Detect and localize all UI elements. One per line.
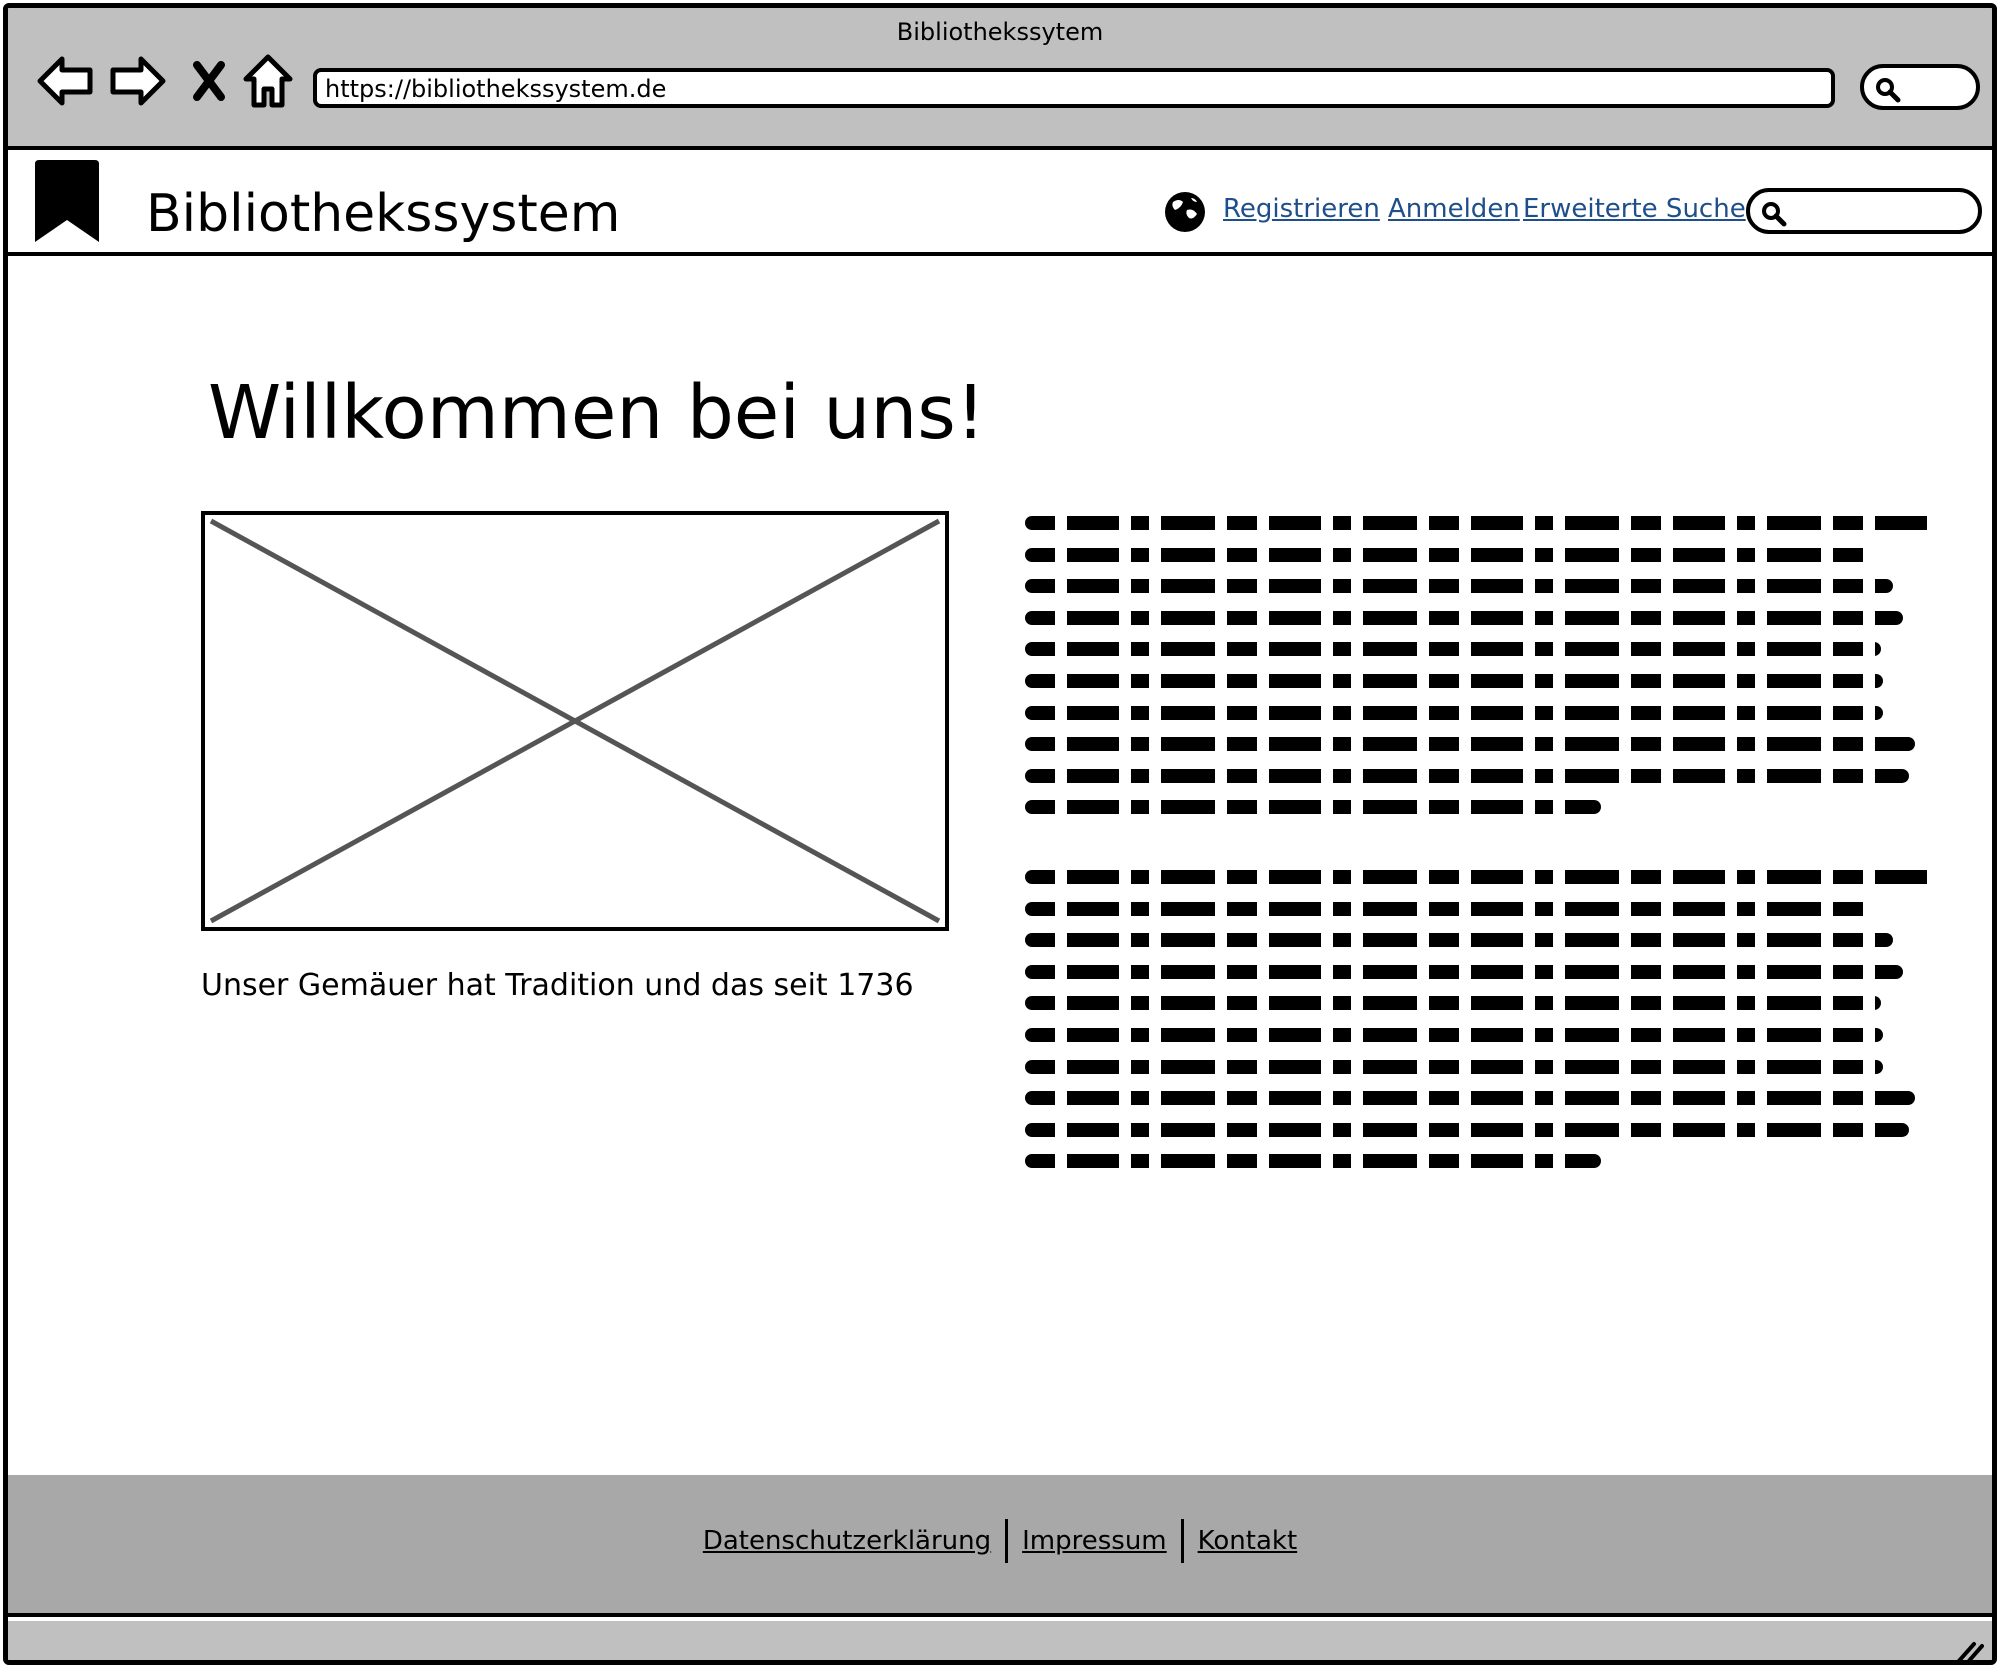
back-button[interactable]: [35, 50, 95, 112]
image-caption: Unser Gemäuer hat Tradition und das seit…: [201, 968, 914, 1003]
text-line: [1025, 642, 1881, 657]
browser-chrome: Bibliothekssytem https://bibliothekssyst…: [8, 8, 1992, 150]
site-header: Bibliothekssystem Registrieren Anmelden …: [8, 150, 1992, 256]
text-line: [1025, 964, 1903, 979]
text-line: [1025, 610, 1903, 625]
text-line: [1025, 705, 1883, 720]
image-placeholder-cross: [209, 518, 941, 924]
forward-arrow-icon: [110, 56, 166, 106]
text-line: [1025, 870, 1937, 884]
bookmark-icon[interactable]: [33, 160, 101, 244]
placeholder-text-block: [1025, 516, 1945, 832]
resize-grip-icon[interactable]: [1952, 1636, 1986, 1665]
home-icon: [243, 54, 293, 108]
nav-erweiterte-suche[interactable]: Erweiterte Suche: [1523, 194, 1746, 224]
placeholder-text-block: [1025, 870, 1945, 1186]
text-line: [1025, 901, 1875, 916]
footer-link-impressum[interactable]: Impressum: [1008, 1526, 1181, 1556]
text-line: [1025, 1091, 1915, 1106]
browser-window: Bibliothekssytem https://bibliothekssyst…: [3, 3, 1997, 1665]
footer-link-kontakt[interactable]: Kontakt: [1184, 1526, 1312, 1556]
text-line: [1025, 933, 1893, 948]
text-line: [1025, 800, 1601, 815]
footer-link-datenschutz[interactable]: Datenschutzerklärung: [689, 1526, 1005, 1556]
forward-button[interactable]: [108, 50, 168, 112]
text-line: [1025, 1122, 1909, 1137]
window-title: Bibliothekssytem: [896, 18, 1104, 46]
nav-anmelden[interactable]: Anmelden: [1388, 194, 1520, 224]
text-line: [1025, 1027, 1883, 1042]
footer-links: Datenschutzerklärung Impressum Kontakt: [8, 1519, 1992, 1563]
browser-status-bar: [8, 1621, 1992, 1665]
address-bar[interactable]: https://bibliothekssystem.de: [313, 68, 1835, 108]
text-line: [1025, 516, 1937, 530]
site-footer: Datenschutzerklärung Impressum Kontakt: [8, 1475, 1992, 1617]
text-line: [1025, 1154, 1601, 1169]
browser-search-field[interactable]: [1860, 64, 1980, 110]
image-placeholder: [201, 511, 949, 931]
globe-icon[interactable]: [1163, 190, 1207, 234]
text-line: [1025, 737, 1915, 752]
site-search-input[interactable]: [1746, 188, 1982, 234]
text-line: [1025, 768, 1909, 783]
stop-button[interactable]: [180, 50, 238, 112]
text-line: [1025, 1059, 1883, 1074]
site-title[interactable]: Bibliothekssystem: [146, 184, 620, 244]
text-line: [1025, 673, 1883, 688]
text-line: [1025, 579, 1893, 594]
home-button[interactable]: [238, 50, 298, 112]
search-icon: [1762, 202, 1787, 227]
back-arrow-icon: [37, 56, 93, 106]
text-line: [1025, 547, 1875, 562]
nav-registrieren[interactable]: Registrieren: [1223, 194, 1380, 224]
search-icon: [1876, 78, 1901, 103]
close-x-icon: [193, 61, 225, 101]
page-title: Willkommen bei uns!: [208, 370, 986, 456]
text-line: [1025, 996, 1881, 1011]
